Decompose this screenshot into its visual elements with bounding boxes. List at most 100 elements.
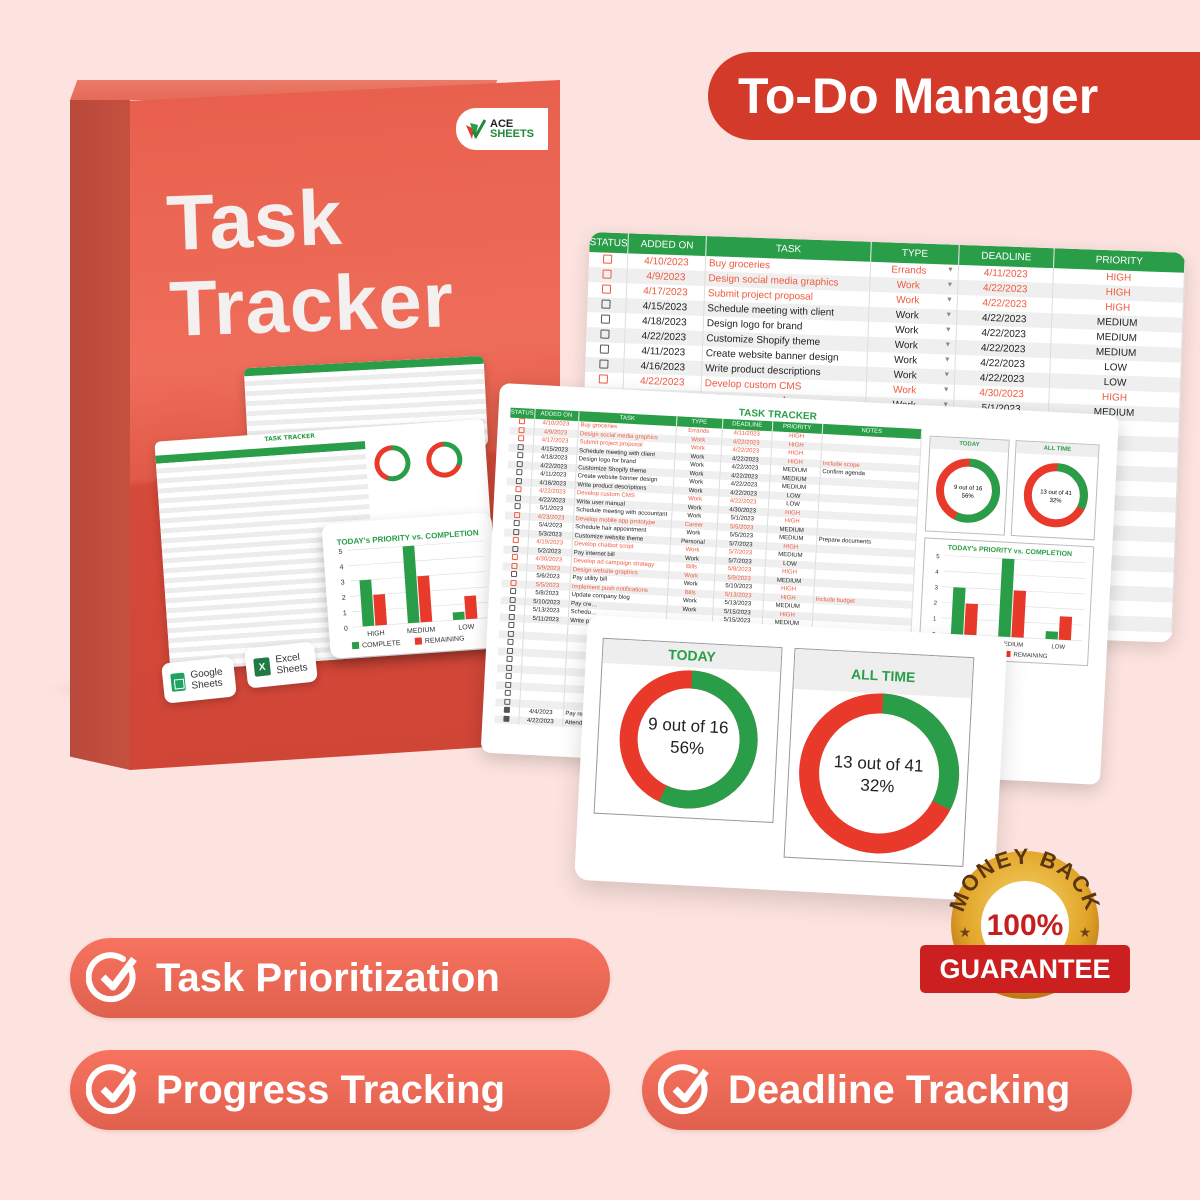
status-checkbox[interactable]: [585, 356, 625, 374]
today-panel: TODAY 9 out of 16 56%: [593, 637, 783, 823]
feature-label: Progress Tracking: [156, 1067, 506, 1112]
box-side-face: [70, 100, 130, 770]
type-value: Bills: [685, 564, 698, 571]
feature-task-prioritization: Task Prioritization: [70, 938, 610, 1018]
mini-donut-today-chart: 9 out of 1656%: [936, 458, 1001, 523]
badge-ribbon-text: GUARANTEE: [939, 954, 1110, 984]
dropdown-arrow-icon: ▼: [945, 296, 953, 304]
mini-sheet-title: TASK TRACKER: [264, 432, 316, 444]
type-value: Work: [682, 598, 697, 605]
dropdown-arrow-icon: ▼: [946, 281, 954, 289]
type-value: Work: [683, 581, 698, 588]
priority-value: MEDIUM: [778, 552, 803, 560]
type-value: Work: [688, 496, 703, 503]
dropdown-arrow-icon: ▼: [942, 386, 950, 394]
type-value: Work: [688, 487, 703, 495]
chart-title: TODAY's PRIORITY vs. COMPLETION: [948, 545, 1073, 559]
dropdown-arrow-icon: ▼: [944, 326, 952, 334]
priority-value: HIGH: [788, 433, 805, 441]
mini-donut-percent: 56%: [962, 493, 975, 500]
star-icon: ★: [1079, 925, 1092, 941]
type-value: Work: [896, 279, 921, 292]
priority-value: HIGH: [780, 586, 797, 594]
product-title: Task Tracker: [165, 170, 456, 353]
excel-icon: X: [253, 657, 272, 677]
added-on-cell: 4/22/2023: [518, 715, 563, 727]
legend-label: REMAINING: [425, 635, 465, 645]
mini-donut-percent: 32%: [1049, 498, 1062, 505]
dropdown-arrow-icon: ▼: [945, 311, 953, 319]
x-tick-label: LOW: [458, 624, 475, 632]
legend-label: COMPLETE: [362, 640, 401, 650]
mini-donut-count: 13 out of 41: [1040, 489, 1073, 497]
col-status: STATUS: [589, 232, 629, 254]
status-checkbox[interactable]: [584, 371, 624, 389]
x-tick-label: MEDIUM: [407, 626, 436, 635]
brand-line2: SHEETS: [490, 128, 535, 140]
y-tick-label: 5: [936, 554, 940, 560]
priority-value: HIGH: [788, 441, 804, 449]
mini-donut-today: [373, 444, 412, 483]
priority-value: LOW: [782, 560, 797, 568]
y-tick-label: 5: [338, 549, 342, 556]
check-circle-icon: [86, 1064, 137, 1115]
todo-manager-banner: To-Do Manager: [708, 52, 1200, 140]
type-value: Work: [684, 555, 700, 563]
priority-value: LOW: [786, 501, 801, 509]
feature-deadline-tracking: Deadline Tracking: [642, 1050, 1132, 1130]
type-value: Work: [687, 504, 702, 512]
todo-manager-label: To-Do Manager: [738, 68, 1099, 124]
priority-value: MEDIUM: [776, 577, 802, 585]
priority-value: HIGH: [784, 518, 800, 526]
feature-label: Task Prioritization: [156, 955, 500, 1000]
legend-label: REMAINING: [1013, 652, 1048, 660]
status-checkbox[interactable]: [587, 281, 627, 299]
ace-sheets-logo: ACE SHEETS: [456, 108, 548, 150]
status-checkbox[interactable]: [588, 251, 628, 269]
type-value: Work: [687, 513, 702, 520]
type-value: Bills: [684, 589, 696, 597]
type-value: Work: [684, 572, 699, 580]
dropdown-arrow-icon: ▼: [944, 341, 952, 349]
ace-sheets-logo-icon: [466, 119, 486, 139]
type-value: Work: [691, 436, 706, 444]
y-tick-label: 4: [935, 570, 939, 576]
type-value: Work: [686, 530, 701, 537]
y-tick-label: 4: [339, 564, 343, 571]
type-value: Work: [894, 339, 918, 352]
bar-remaining-medium: [417, 575, 433, 623]
status-checkbox[interactable]: [586, 326, 626, 344]
legend-swatch: [414, 637, 423, 645]
status-checkbox[interactable]: [587, 296, 627, 314]
priority-value: MEDIUM: [778, 535, 804, 543]
product-title-line2: Tracker: [167, 255, 456, 353]
y-tick-label: 0: [344, 626, 348, 633]
type-value: Work: [892, 384, 917, 397]
status-checkbox[interactable]: [585, 341, 625, 359]
excel-sheets-badge: X Excel Sheets: [244, 641, 318, 689]
type-value: Errands: [688, 428, 710, 436]
type-value: Work: [682, 606, 697, 614]
badge-percent: 100%: [987, 909, 1064, 942]
feature-progress-tracking: Progress Tracking: [70, 1050, 610, 1130]
bar-remaining-low: [1058, 616, 1073, 641]
bar-remaining-low: [464, 595, 478, 620]
type-value: Work: [896, 294, 920, 307]
mini-donut-count: 9 out of 16: [954, 485, 983, 493]
status-checkbox-checked[interactable]: [494, 714, 519, 725]
status-checkbox[interactable]: [588, 266, 628, 284]
chart-title: TODAY's PRIORITY vs. COMPLETION: [336, 528, 479, 547]
type-value: Work: [685, 547, 700, 554]
gridline: [348, 555, 485, 567]
dropdown-arrow-icon: ▼: [946, 266, 954, 274]
status-checkbox[interactable]: [586, 311, 626, 329]
y-tick-label: 2: [342, 595, 346, 602]
priority-value: MEDIUM: [782, 467, 808, 475]
excel-label-2: Sheets: [276, 662, 309, 677]
bar-complete-low: [452, 611, 465, 621]
type-value: Work: [688, 479, 704, 487]
type-value: Errands: [891, 264, 927, 277]
check-circle-icon: [658, 1064, 709, 1115]
type-value: Personal: [680, 538, 705, 546]
legend-swatch: [351, 641, 360, 650]
